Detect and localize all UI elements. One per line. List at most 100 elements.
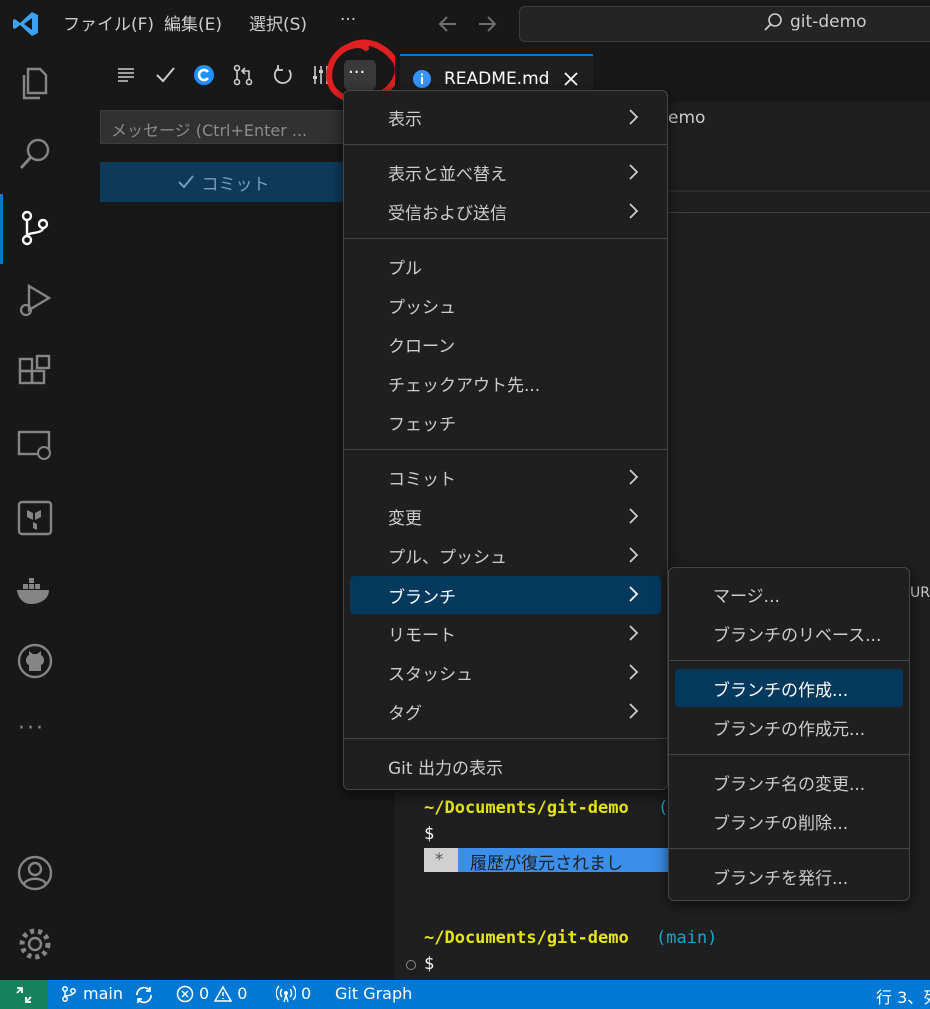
status-cursor-position[interactable]: 行 3、列 [876, 984, 930, 1008]
menu-separator [669, 660, 909, 661]
submenu-item-publish-branch[interactable]: ブランチを発行... [675, 857, 903, 895]
menu-item-tags[interactable]: タグ [350, 693, 661, 729]
remote-indicator-button[interactable] [0, 980, 48, 1009]
menu-item-label: プル [388, 258, 422, 279]
menu-item-remote[interactable]: リモート [350, 615, 661, 651]
status-ports-count: 0 [301, 984, 312, 1003]
arrow-left-icon[interactable] [436, 12, 460, 36]
docker-icon[interactable] [15, 570, 55, 610]
submenu-item-rename-branch[interactable]: ブランチ名の変更... [675, 763, 903, 801]
menu-item-view-sort[interactable]: 表示と並べ替え [350, 154, 661, 190]
scm-more-actions-menu: 表示 表示と並べ替え 受信および送信 プル プッシュ クローン チェックアウト先… [343, 90, 668, 790]
pull-request-icon[interactable] [231, 63, 255, 87]
search-view-icon[interactable] [15, 134, 55, 174]
terminal-dollar-1: $ [424, 824, 435, 844]
menu-item-label: スタッシュ [388, 664, 473, 685]
git-branch-icon [62, 985, 76, 1002]
menu-item-label: Git 出力の表示 [388, 758, 503, 779]
menu-item-label: クローン [388, 336, 456, 357]
menu-item-commit[interactable]: コミット [350, 459, 661, 495]
activity-bar: ··· [0, 48, 70, 980]
menu-file[interactable]: ファイル(F) [63, 10, 154, 35]
status-branch-label: main [83, 984, 123, 1003]
terminal-star: * [434, 850, 445, 870]
menu-item-push[interactable]: プッシュ [350, 287, 661, 323]
github-icon[interactable] [15, 641, 55, 681]
terminal-prompt-path-1: ~/Documents/git-demo [424, 798, 629, 818]
status-problems[interactable]: 0 0 [176, 984, 247, 1003]
menu-item-clone[interactable]: クローン [350, 326, 661, 362]
sync-icon[interactable] [133, 985, 155, 1005]
branch-submenu: マージ... ブランチのリベース... ブランチの作成... ブランチの作成元.… [668, 567, 910, 901]
chevron-right-icon [629, 586, 639, 602]
submenu-item-rebase[interactable]: ブランチのリベース... [675, 614, 903, 652]
menu-item-label: タグ [388, 703, 422, 724]
status-git-graph[interactable]: Git Graph [335, 984, 412, 1003]
terraform-icon[interactable] [15, 498, 55, 538]
menu-item-label: コミット [388, 469, 456, 490]
view-as-list-icon[interactable] [115, 64, 137, 86]
active-indicator [0, 194, 3, 264]
refresh-icon[interactable] [272, 64, 294, 86]
submenu-item-merge[interactable]: マージ... [675, 575, 903, 613]
commit-button[interactable]: コミット [100, 162, 345, 202]
source-control-icon[interactable] [15, 208, 55, 248]
chevron-right-icon [629, 164, 639, 180]
menu-edit[interactable]: 編集(E) [164, 10, 222, 35]
command-center-search[interactable] [519, 6, 930, 42]
menu-item-pull-push[interactable]: プル、プッシュ [350, 537, 661, 573]
submenu-item-label: ブランチを発行... [713, 868, 849, 889]
menu-item-label: リモート [388, 625, 456, 646]
accounts-icon[interactable] [15, 853, 55, 893]
remote-explorer-icon[interactable] [15, 426, 55, 466]
editor-breadcrumb-text: emo [668, 108, 706, 128]
chevron-right-icon [629, 508, 639, 524]
menu-item-stash[interactable]: スタッシュ [350, 654, 661, 690]
submenu-item-create-branch[interactable]: ブランチの作成... [675, 669, 903, 707]
menu-item-label: 受信および送信 [388, 203, 507, 224]
menu-item-label: フェッチ [388, 414, 456, 435]
menu-item-changes[interactable]: 変更 [350, 498, 661, 534]
copilot-icon[interactable] [193, 64, 215, 86]
broadcast-icon [276, 985, 296, 1002]
commit-button-label: コミット [201, 174, 270, 195]
check-icon [177, 175, 194, 189]
editor-divider-2 [668, 212, 930, 213]
menu-item-fetch[interactable]: フェッチ [350, 404, 661, 440]
extensions-icon[interactable] [15, 353, 55, 393]
submenu-item-label: ブランチの削除... [713, 813, 849, 834]
submenu-item-label: ブランチの作成... [713, 680, 849, 701]
menu-item-view[interactable]: 表示 [350, 99, 661, 135]
status-warnings: 0 [237, 984, 248, 1003]
menu-item-show-git-output[interactable]: Git 出力の表示 [350, 748, 661, 784]
menu-item-checkout[interactable]: チェックアウト先... [350, 365, 661, 401]
chevron-right-icon [629, 203, 639, 219]
submenu-item-label: ブランチのリベース... [713, 625, 882, 646]
submenu-item-delete-branch[interactable]: ブランチの削除... [675, 802, 903, 840]
error-icon [176, 985, 194, 1002]
submenu-item-create-branch-from[interactable]: ブランチの作成元... [675, 708, 903, 746]
terminal-decoration-icon [406, 960, 416, 970]
vscode-logo-icon[interactable] [12, 10, 40, 38]
chevron-right-icon [629, 664, 639, 680]
status-ports[interactable]: 0 [276, 984, 311, 1003]
menu-item-label: 表示と並べ替え [388, 164, 507, 185]
menu-item-incoming-outgoing[interactable]: 受信および送信 [350, 193, 661, 229]
submenu-item-label: ブランチの作成元... [713, 719, 866, 740]
commit-check-icon[interactable] [154, 64, 176, 86]
menu-more[interactable]: ··· [340, 10, 356, 30]
explorer-icon[interactable] [15, 63, 55, 103]
close-icon[interactable] [563, 71, 579, 87]
menu-item-pull[interactable]: プル [350, 248, 661, 284]
status-branch[interactable]: main [60, 984, 123, 1003]
terminal-prompt-path-2: ~/Documents/git-demo [424, 928, 629, 948]
menu-item-label: 変更 [388, 508, 422, 529]
menu-item-branch[interactable]: ブランチ [350, 576, 661, 614]
commit-message-input[interactable]: メッセージ (Ctrl+Enter ... [100, 110, 345, 144]
arrow-right-icon[interactable] [475, 12, 499, 36]
run-debug-icon[interactable] [15, 280, 55, 320]
more-views-icon[interactable]: ··· [18, 716, 45, 741]
gear-icon[interactable] [15, 924, 55, 964]
menu-selection[interactable]: 選択(S) [249, 10, 307, 35]
chevron-right-icon [629, 703, 639, 719]
